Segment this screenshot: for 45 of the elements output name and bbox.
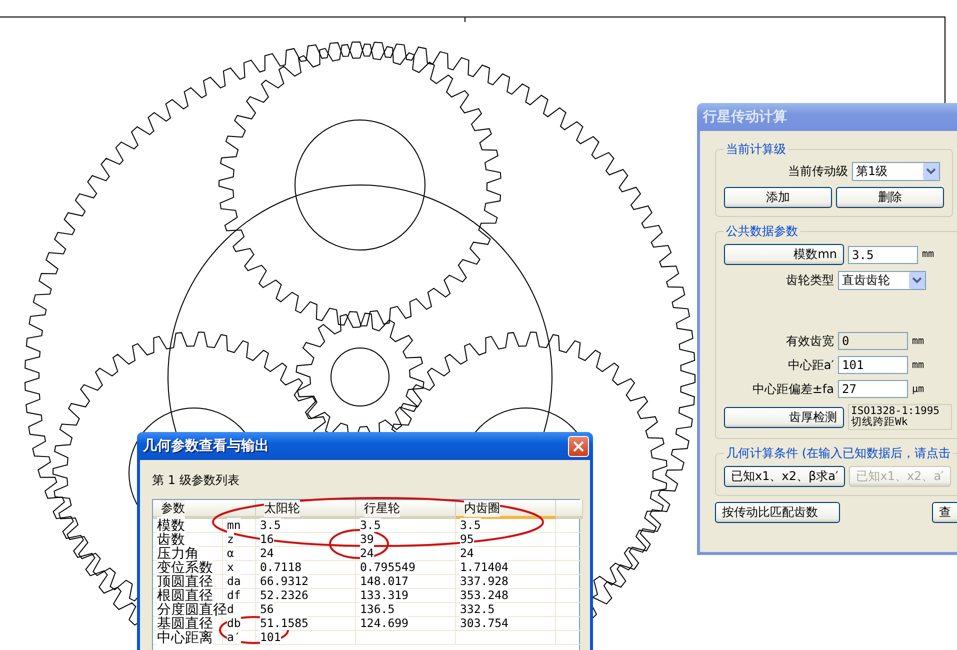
column-header[interactable]: 参数: [153, 500, 256, 519]
field-label: 中心距偏差±fa: [751, 380, 834, 398]
value-field[interactable]: 101: [838, 356, 908, 374]
unit-label: mm: [912, 336, 924, 346]
action-button[interactable]: 删除: [836, 187, 944, 208]
unit-label: mm: [922, 249, 934, 260]
table-cell: 101: [256, 631, 356, 645]
value-field[interactable]: 27: [838, 380, 908, 398]
value-field[interactable]: 3.5: [848, 246, 918, 264]
standard-note: ISO1328-1:1995 切线跨距Wk: [848, 404, 952, 430]
field-label: 当前传动级: [787, 163, 848, 180]
field-label: 齿轮类型: [785, 272, 834, 289]
window-titlebar: 几何参数查看与输出: [137, 432, 593, 460]
stage-dropdown[interactable]: 第1级: [852, 162, 940, 181]
list-caption: 第 1 级参数列表: [151, 472, 240, 489]
gear-type-dropdown[interactable]: 直齿齿轮: [838, 271, 926, 290]
table-cell: 303.754: [456, 617, 556, 631]
action-button[interactable]: 添加: [724, 187, 832, 208]
close-icon: [573, 440, 584, 452]
group-title: 公共数据参数: [725, 223, 799, 240]
table-cell: mn: [223, 519, 256, 533]
column-header[interactable]: 太阳轮: [256, 500, 356, 519]
header-filler: [556, 500, 583, 519]
table-cell: a′: [223, 631, 256, 645]
group-title: 当前计算级: [725, 141, 787, 158]
thickness-check-button[interactable]: 齿厚检测: [724, 406, 844, 428]
action-button[interactable]: 按传动比匹配齿数: [715, 502, 840, 523]
unit-label: mm: [912, 360, 924, 370]
calc-button[interactable]: 已知x1、x2、β求a′: [724, 466, 846, 487]
group-title: 几何计算条件 (在输入已知数据后，请点击: [725, 445, 952, 462]
table-cell: 3.5: [256, 519, 356, 533]
table-cell: 3.5: [456, 519, 556, 533]
action-button[interactable]: 查: [932, 502, 957, 523]
field-label: 中心距a′: [786, 356, 834, 374]
field-label: 有效齿宽: [785, 332, 834, 350]
close-button[interactable]: [568, 436, 589, 456]
unit-label: μm: [912, 384, 924, 394]
modulus-button[interactable]: 模数mn: [724, 244, 844, 265]
window-titlebar: 行星传动计算: [697, 103, 957, 131]
column-header[interactable]: 行星轮: [356, 500, 456, 519]
column-header[interactable]: 内齿圈: [456, 500, 556, 519]
table-cell: 52.2326: [256, 589, 356, 603]
table-cell: 124.699: [356, 617, 456, 631]
table-cell: 3.5: [356, 519, 456, 533]
table-cell: 中心距离: [153, 631, 223, 645]
